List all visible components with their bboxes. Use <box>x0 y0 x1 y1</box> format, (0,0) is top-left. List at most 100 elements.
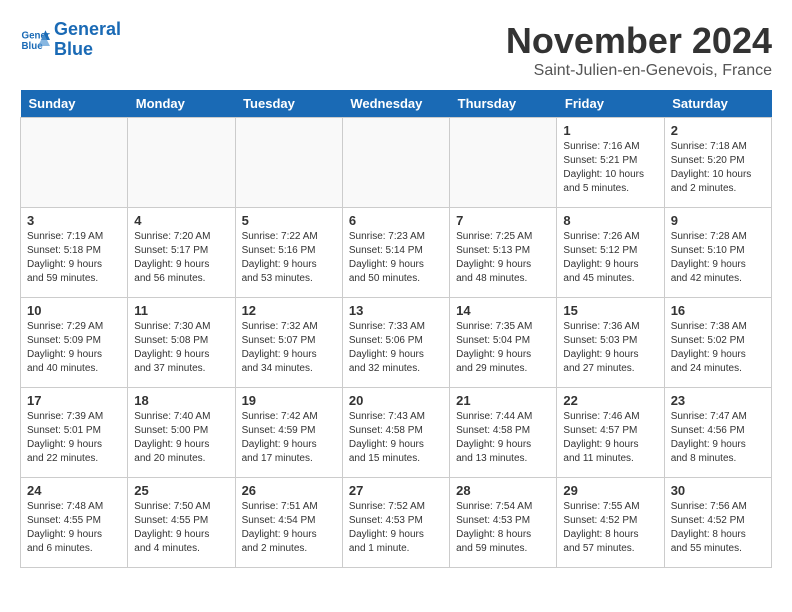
day-info: Sunrise: 7:29 AM Sunset: 5:09 PM Dayligh… <box>27 320 121 376</box>
day-number: 9 <box>671 213 765 228</box>
day-number: 8 <box>563 213 657 228</box>
day-info: Sunrise: 7:50 AM Sunset: 4:55 PM Dayligh… <box>134 500 228 556</box>
day-number: 23 <box>671 393 765 408</box>
day-number: 1 <box>563 123 657 138</box>
day-number: 5 <box>242 213 336 228</box>
calendar-table: SundayMondayTuesdayWednesdayThursdayFrid… <box>20 90 772 568</box>
week-row: 1 Sunrise: 7:16 AM Sunset: 5:21 PM Daylig… <box>21 118 772 208</box>
header: General Blue General Blue November 2024 … <box>20 20 772 80</box>
day-info: Sunrise: 7:35 AM Sunset: 5:04 PM Dayligh… <box>456 320 550 376</box>
logo-line1: General <box>54 19 121 39</box>
calendar-cell: 27 Sunrise: 7:52 AM Sunset: 4:53 PM Dayli… <box>342 478 449 568</box>
day-number: 30 <box>671 483 765 498</box>
calendar-cell: 8 Sunrise: 7:26 AM Sunset: 5:12 PM Daylig… <box>557 208 664 298</box>
day-number: 22 <box>563 393 657 408</box>
weekday-header: Friday <box>557 90 664 118</box>
calendar-cell: 23Sunrise: 7:47 AM Sunset: 4:56 PM Dayli… <box>664 388 771 478</box>
day-info: Sunrise: 7:23 AM Sunset: 5:14 PM Dayligh… <box>349 230 443 286</box>
day-number: 13 <box>349 303 443 318</box>
day-number: 17 <box>27 393 121 408</box>
day-info: Sunrise: 7:20 AM Sunset: 5:17 PM Dayligh… <box>134 230 228 286</box>
calendar-cell: 3 Sunrise: 7:19 AM Sunset: 5:18 PM Daylig… <box>21 208 128 298</box>
calendar-cell: 21 Sunrise: 7:44 AM Sunset: 4:58 PM Dayli… <box>450 388 557 478</box>
day-info: Sunrise: 7:22 AM Sunset: 5:16 PM Dayligh… <box>242 230 336 286</box>
calendar-cell: 20Sunrise: 7:43 AM Sunset: 4:58 PM Dayli… <box>342 388 449 478</box>
logo: General Blue General Blue <box>20 20 121 60</box>
day-number: 10 <box>27 303 121 318</box>
calendar-cell: 22 Sunrise: 7:46 AM Sunset: 4:57 PM Dayli… <box>557 388 664 478</box>
week-row: 17 Sunrise: 7:39 AM Sunset: 5:01 PM Dayli… <box>21 388 772 478</box>
day-number: 26 <box>242 483 336 498</box>
day-info: Sunrise: 7:52 AM Sunset: 4:53 PM Dayligh… <box>349 500 443 556</box>
logo-icon: General Blue <box>20 26 50 54</box>
calendar-cell: 6 Sunrise: 7:23 AM Sunset: 5:14 PM Daylig… <box>342 208 449 298</box>
calendar-cell: 4 Sunrise: 7:20 AM Sunset: 5:17 PM Daylig… <box>128 208 235 298</box>
calendar-cell: 16Sunrise: 7:38 AM Sunset: 5:02 PM Dayli… <box>664 298 771 388</box>
day-number: 16 <box>671 303 765 318</box>
calendar-cell: 5 Sunrise: 7:22 AM Sunset: 5:16 PM Daylig… <box>235 208 342 298</box>
week-row: 24 Sunrise: 7:48 AM Sunset: 4:55 PM Dayli… <box>21 478 772 568</box>
day-info: Sunrise: 7:30 AM Sunset: 5:08 PM Dayligh… <box>134 320 228 376</box>
calendar-cell: 1 Sunrise: 7:16 AM Sunset: 5:21 PM Daylig… <box>557 118 664 208</box>
day-info: Sunrise: 7:42 AM Sunset: 4:59 PM Dayligh… <box>242 410 336 466</box>
day-info: Sunrise: 7:33 AM Sunset: 5:06 PM Dayligh… <box>349 320 443 376</box>
calendar-cell <box>235 118 342 208</box>
day-info: Sunrise: 7:28 AM Sunset: 5:10 PM Dayligh… <box>671 230 765 286</box>
day-info: Sunrise: 7:56 AM Sunset: 4:52 PM Dayligh… <box>671 500 765 556</box>
calendar-cell: 29Sunrise: 7:55 AM Sunset: 4:52 PM Dayli… <box>557 478 664 568</box>
day-info: Sunrise: 7:46 AM Sunset: 4:57 PM Dayligh… <box>563 410 657 466</box>
day-number: 27 <box>349 483 443 498</box>
day-info: Sunrise: 7:36 AM Sunset: 5:03 PM Dayligh… <box>563 320 657 376</box>
calendar-cell: 13 Sunrise: 7:33 AM Sunset: 5:06 PM Dayli… <box>342 298 449 388</box>
day-info: Sunrise: 7:48 AM Sunset: 4:55 PM Dayligh… <box>27 500 121 556</box>
day-number: 7 <box>456 213 550 228</box>
week-row: 3 Sunrise: 7:19 AM Sunset: 5:18 PM Daylig… <box>21 208 772 298</box>
month-title: November 2024 <box>506 20 772 62</box>
calendar-cell: 14 Sunrise: 7:35 AM Sunset: 5:04 PM Dayli… <box>450 298 557 388</box>
day-number: 21 <box>456 393 550 408</box>
day-info: Sunrise: 7:32 AM Sunset: 5:07 PM Dayligh… <box>242 320 336 376</box>
day-info: Sunrise: 7:54 AM Sunset: 4:53 PM Dayligh… <box>456 500 550 556</box>
title-area: November 2024 Saint-Julien-en-Genevois, … <box>506 20 772 80</box>
calendar-cell: 30 Sunrise: 7:56 AM Sunset: 4:52 PM Dayli… <box>664 478 771 568</box>
day-info: Sunrise: 7:51 AM Sunset: 4:54 PM Dayligh… <box>242 500 336 556</box>
calendar-cell: 7Sunrise: 7:25 AM Sunset: 5:13 PM Daylig… <box>450 208 557 298</box>
weekday-header: Sunday <box>21 90 128 118</box>
day-number: 28 <box>456 483 550 498</box>
day-number: 12 <box>242 303 336 318</box>
day-info: Sunrise: 7:26 AM Sunset: 5:12 PM Dayligh… <box>563 230 657 286</box>
day-info: Sunrise: 7:39 AM Sunset: 5:01 PM Dayligh… <box>27 410 121 466</box>
day-number: 20 <box>349 393 443 408</box>
day-info: Sunrise: 7:55 AM Sunset: 4:52 PM Dayligh… <box>563 500 657 556</box>
day-number: 11 <box>134 303 228 318</box>
calendar-cell <box>342 118 449 208</box>
calendar-cell: 17 Sunrise: 7:39 AM Sunset: 5:01 PM Dayli… <box>21 388 128 478</box>
day-number: 6 <box>349 213 443 228</box>
location: Saint-Julien-en-Genevois, France <box>506 62 772 80</box>
calendar-cell: 12 Sunrise: 7:32 AM Sunset: 5:07 PM Dayli… <box>235 298 342 388</box>
calendar-cell: 19 Sunrise: 7:42 AM Sunset: 4:59 PM Dayli… <box>235 388 342 478</box>
day-info: Sunrise: 7:19 AM Sunset: 5:18 PM Dayligh… <box>27 230 121 286</box>
calendar-cell: 24 Sunrise: 7:48 AM Sunset: 4:55 PM Dayli… <box>21 478 128 568</box>
weekday-header-row: SundayMondayTuesdayWednesdayThursdayFrid… <box>21 90 772 118</box>
day-info: Sunrise: 7:16 AM Sunset: 5:21 PM Dayligh… <box>563 140 657 196</box>
calendar-cell: 11 Sunrise: 7:30 AM Sunset: 5:08 PM Dayli… <box>128 298 235 388</box>
calendar-cell <box>21 118 128 208</box>
weekday-header: Thursday <box>450 90 557 118</box>
day-number: 4 <box>134 213 228 228</box>
week-row: 10 Sunrise: 7:29 AM Sunset: 5:09 PM Dayli… <box>21 298 772 388</box>
day-info: Sunrise: 7:18 AM Sunset: 5:20 PM Dayligh… <box>671 140 765 196</box>
logo-text: General Blue <box>54 20 121 60</box>
day-info: Sunrise: 7:44 AM Sunset: 4:58 PM Dayligh… <box>456 410 550 466</box>
day-number: 14 <box>456 303 550 318</box>
calendar-cell: 15Sunrise: 7:36 AM Sunset: 5:03 PM Dayli… <box>557 298 664 388</box>
day-number: 24 <box>27 483 121 498</box>
calendar-cell: 18Sunrise: 7:40 AM Sunset: 5:00 PM Dayli… <box>128 388 235 478</box>
logo-line2: Blue <box>54 39 93 59</box>
day-number: 19 <box>242 393 336 408</box>
calendar-cell: 9 Sunrise: 7:28 AM Sunset: 5:10 PM Daylig… <box>664 208 771 298</box>
calendar-cell <box>128 118 235 208</box>
day-number: 18 <box>134 393 228 408</box>
day-number: 3 <box>27 213 121 228</box>
calendar-cell: 10 Sunrise: 7:29 AM Sunset: 5:09 PM Dayli… <box>21 298 128 388</box>
